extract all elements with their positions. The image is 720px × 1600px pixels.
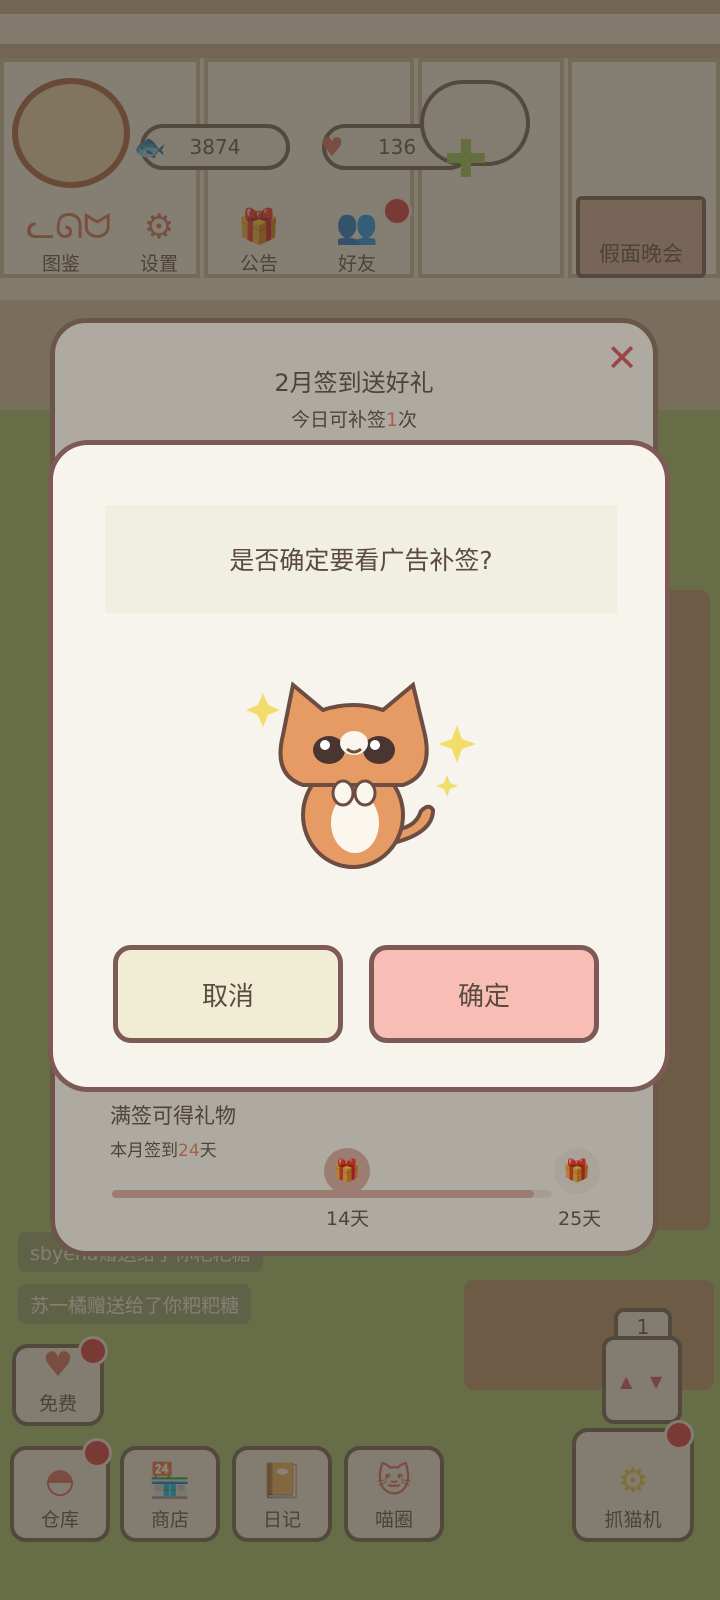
cancel-button[interactable]: 取消 xyxy=(113,945,343,1043)
dialog-question: 是否确定要看广告补签? xyxy=(229,546,493,575)
sparkle-icon xyxy=(438,725,476,763)
confirm-label: 确定 xyxy=(457,981,510,1012)
sparkle-icon xyxy=(246,693,280,727)
sparkle-icon xyxy=(436,775,458,797)
dialog-question-band: 是否确定要看广告补签? xyxy=(105,505,617,613)
cat-illustration xyxy=(246,681,476,869)
cancel-label: 取消 xyxy=(201,981,254,1012)
confirm-dialog: 是否确定要看广告补签? 取消 确定 xyxy=(48,440,670,1092)
confirm-button[interactable]: 确定 xyxy=(369,945,599,1043)
